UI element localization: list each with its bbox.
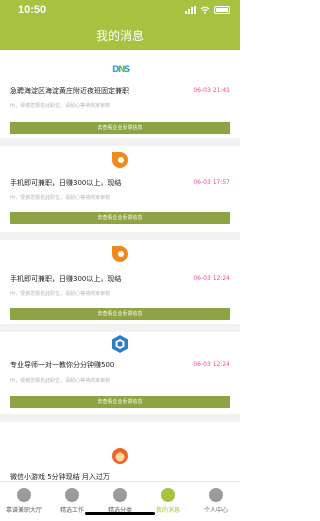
view-feedback-button[interactable]: 去查看企业反馈信息: [10, 122, 230, 134]
tab-bar: 靠谱兼职大厅 精选工作 精选分类 我的消息 个人中心: [0, 481, 240, 521]
home-indicator: [85, 512, 155, 515]
page-title: 我的消息: [95, 29, 144, 43]
tab-messages[interactable]: 我的消息: [144, 482, 192, 521]
tab-label: 靠谱兼职大厅: [5, 507, 42, 514]
message-time: 06-03 12:24: [193, 275, 230, 282]
message-title: 手机即可兼职，日赚300以上，现结: [10, 275, 122, 283]
message-title: 急聘海淀区海淀黄庄附近夜班固定兼职: [10, 87, 129, 95]
divider: [0, 324, 240, 332]
blue-cube-logo-icon: [112, 335, 128, 353]
message-title: 专业导师一对一教你分分钟赚500: [10, 361, 115, 369]
nav-bar: 我的消息: [0, 22, 240, 50]
message-time: 06-03 21:41: [193, 87, 230, 94]
orange-ring-logo-icon: [112, 448, 128, 464]
orange-bubble-logo-icon: [112, 246, 128, 262]
view-feedback-button[interactable]: 去查看企业反馈信息: [10, 212, 230, 224]
message-list[interactable]: D N S 急聘海淀区海淀黄庄附近夜班固定兼职 06-03 21:41 Hi，很…: [0, 50, 240, 481]
signal-icon: [185, 6, 196, 14]
tab-selected-jobs[interactable]: 精选工作: [48, 482, 96, 521]
message-time: 06-03 17:57: [193, 179, 230, 186]
tab-categories[interactable]: 精选分类: [96, 482, 144, 521]
divider: [0, 138, 240, 146]
view-feedback-button[interactable]: 去查看企业反馈信息: [10, 396, 230, 408]
tab-profile[interactable]: 个人中心: [192, 482, 240, 521]
message-time: 06-03 12:24: [193, 361, 230, 368]
divider: [0, 414, 240, 422]
orange-bubble-logo-icon: [112, 152, 128, 168]
status-time: 10:50: [18, 4, 47, 16]
message-desc: Hi，很谢您报名此职位，请耐心等待商家审核: [10, 103, 111, 109]
divider: [0, 232, 240, 240]
tab-label: 个人中心: [203, 507, 228, 514]
person-icon: [113, 488, 127, 502]
status-icons: [185, 6, 230, 14]
home-icon: [17, 488, 31, 502]
svg-text:S: S: [124, 65, 130, 75]
message-desc: Hi，很谢您报名此职位，请耐心等待商家审核: [10, 291, 111, 297]
check-icon: [65, 488, 79, 502]
status-bar: 10:50: [0, 0, 240, 22]
message-icon: [161, 488, 175, 502]
message-title: 手机即可兼职，日赚300以上，现结: [10, 179, 122, 187]
dns-logo-icon: D N S: [112, 65, 130, 75]
tab-job-hall[interactable]: 靠谱兼职大厅: [0, 482, 48, 521]
battery-icon: [214, 6, 230, 14]
wifi-icon: [200, 6, 210, 14]
message-desc: Hi，很谢您报名此职位，请耐心等待商家审核: [10, 378, 111, 384]
view-feedback-button[interactable]: 去查看企业反馈信息: [10, 308, 230, 320]
message-title: 微信小游戏 5分钟现结 月入过万: [10, 473, 110, 481]
message-desc: Hi，很谢您报名此职位，请耐心等待商家审核: [10, 195, 111, 201]
user-icon: [209, 488, 223, 502]
